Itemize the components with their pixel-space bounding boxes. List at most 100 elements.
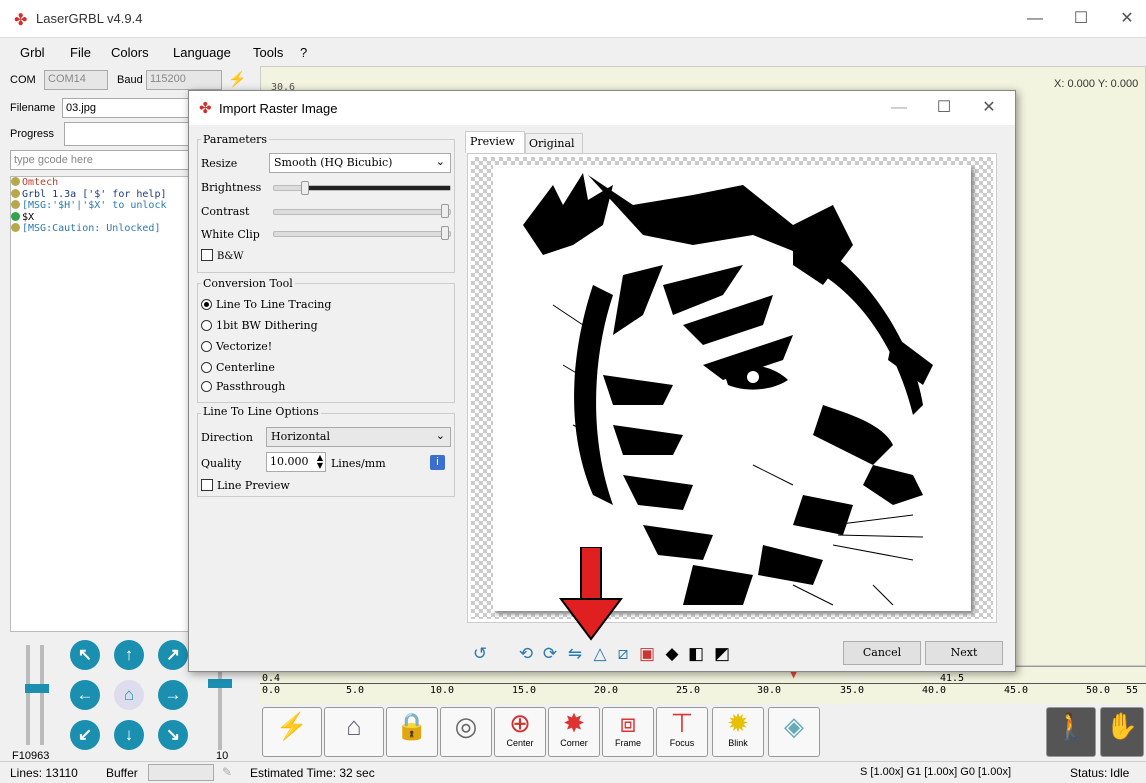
negative-icon[interactable]: ◩ xyxy=(711,643,733,665)
whiteclip-thumb[interactable] xyxy=(441,226,449,240)
filename-field[interactable]: 03.jpg xyxy=(62,98,192,118)
speed-slider-thumb[interactable] xyxy=(25,684,49,693)
menu-file[interactable]: File xyxy=(70,45,91,60)
corner-button[interactable]: ✸ Corner xyxy=(548,707,600,757)
crosshair-icon: ⊕ xyxy=(509,708,531,738)
ruler-tick: 50.0 xyxy=(1086,685,1111,696)
menu-language[interactable]: Language xyxy=(173,45,231,60)
radio-passthrough[interactable]: Passthrough xyxy=(201,380,285,393)
radio-line-to-line[interactable]: Line To Line Tracing xyxy=(201,298,331,311)
next-button[interactable]: Next xyxy=(925,641,1003,665)
info-icon[interactable]: i xyxy=(430,455,445,470)
radio-centerline[interactable]: Centerline xyxy=(201,361,275,374)
quality-stepper[interactable]: 10.000 ▲ ▼ xyxy=(266,452,326,472)
fill-icon[interactable]: ◆ xyxy=(661,643,683,665)
rotate-cw-icon[interactable]: ⟳ xyxy=(539,643,561,665)
ruler-left-tick: 0.4 xyxy=(262,673,281,684)
maximize-button[interactable]: ☐ xyxy=(1066,8,1096,30)
jog-ne-button[interactable]: ↗ xyxy=(158,640,188,670)
menu-help[interactable]: ? xyxy=(300,45,307,60)
gcode-input[interactable]: type gcode here xyxy=(10,150,190,170)
menu-colors[interactable]: Colors xyxy=(111,45,149,60)
line-preview-checkbox[interactable]: Line Preview xyxy=(201,479,290,492)
close-button[interactable]: ✕ xyxy=(1112,8,1142,30)
focus-button[interactable]: ⊤ Focus xyxy=(656,707,708,757)
home-icon: ⌂ xyxy=(346,711,362,741)
ruler-tick: 45.0 xyxy=(1004,685,1029,696)
contrast-thumb[interactable] xyxy=(441,204,449,218)
direction-label: Direction xyxy=(201,431,253,444)
jog-se-button[interactable]: ↘ xyxy=(158,720,188,750)
com-select[interactable]: COM14 xyxy=(44,70,108,90)
tab-original[interactable]: Original xyxy=(525,133,583,153)
ruler-tick: 10.0 xyxy=(430,685,455,696)
resize-select[interactable]: Smooth (HQ Bicubic) ⌄ xyxy=(269,153,451,173)
ruler-tick: 35.0 xyxy=(840,685,865,696)
homing-button[interactable]: ⌂ xyxy=(324,707,384,757)
baud-select[interactable]: 115200 xyxy=(146,70,222,90)
progress-label: Progress xyxy=(10,128,55,140)
home-button[interactable]: ⌂ xyxy=(114,680,144,710)
unlock-button[interactable]: 🔒 xyxy=(386,707,438,757)
dialog-minimize-button[interactable]: — xyxy=(884,97,914,119)
flip-vertical-icon[interactable]: △ xyxy=(589,643,611,665)
contrast-slider[interactable] xyxy=(273,209,451,215)
invert-icon[interactable]: ◧ xyxy=(685,643,707,665)
jog-n-button[interactable]: ↑ xyxy=(114,640,144,670)
disconnect-icon[interactable]: ⚡ xyxy=(228,70,247,88)
info-icon xyxy=(11,177,20,186)
jog-e-button[interactable]: → xyxy=(158,680,188,710)
power-slider-thumb[interactable] xyxy=(208,679,232,688)
tab-preview[interactable]: Preview xyxy=(465,131,525,153)
speed-slider-track-2 xyxy=(40,645,44,745)
hand-icon: ✋ xyxy=(1105,711,1139,741)
center-button[interactable]: ⊕ Center xyxy=(494,707,546,757)
jog-w-button[interactable]: ← xyxy=(70,680,100,710)
menu-tools[interactable]: Tools xyxy=(253,45,283,60)
red-arrow-annotation xyxy=(559,547,623,641)
frame-button[interactable]: ⧈ Frame xyxy=(602,707,654,757)
whiteclip-slider[interactable] xyxy=(273,231,451,237)
brightness-slider[interactable] xyxy=(273,185,451,191)
flip-horizontal-icon[interactable]: ⇋ xyxy=(564,643,586,665)
reset-icon[interactable]: ↺ xyxy=(469,643,491,665)
ltl-options-title: Line To Line Options xyxy=(201,405,321,418)
status-value: Idle xyxy=(1110,766,1130,780)
auto-trim-icon[interactable]: ▣ xyxy=(636,643,658,665)
stop-button[interactable]: ✋ xyxy=(1100,707,1144,757)
ruler-tick: 15.0 xyxy=(512,685,537,696)
blink-button[interactable]: ✹ Blink xyxy=(712,707,764,757)
info-icon xyxy=(11,200,20,209)
resize-label: Resize xyxy=(201,157,238,170)
dialog-close-button[interactable]: ✕ xyxy=(974,97,1004,119)
cancel-button[interactable]: Cancel xyxy=(843,641,921,665)
info-icon xyxy=(11,188,20,198)
jog-nw-button[interactable]: ↖ xyxy=(70,640,100,670)
walk-button[interactable]: 🚶 xyxy=(1046,707,1096,757)
globe-button[interactable]: ◎ xyxy=(440,707,492,757)
parameters-title: Parameters xyxy=(201,133,270,146)
rotate-ccw-icon[interactable]: ⟲ xyxy=(515,643,537,665)
direction-select[interactable]: Horizontal ⌄ xyxy=(266,427,451,447)
speed-slider-track[interactable] xyxy=(26,645,30,745)
menu-bar xyxy=(0,40,1146,64)
menu-grbl[interactable]: Grbl xyxy=(20,45,45,60)
minimize-button[interactable]: — xyxy=(1020,8,1050,30)
radio-vectorize[interactable]: Vectorize! xyxy=(201,340,272,353)
bw-checkbox[interactable]: B&W xyxy=(201,249,244,262)
coordinates-readout: X: 0.000 Y: 0.000 xyxy=(1054,78,1139,90)
jog-sw-button[interactable]: ↙ xyxy=(70,720,100,750)
crop-icon[interactable]: ⧄ xyxy=(612,643,634,665)
jog-s-button[interactable]: ↓ xyxy=(114,720,144,750)
quality-label: Quality xyxy=(201,457,242,470)
globe-icon: ◎ xyxy=(454,711,478,741)
run-button[interactable]: ⚡ xyxy=(262,707,322,757)
progress-bar xyxy=(64,122,192,146)
eraser-button[interactable]: ◈ xyxy=(768,707,820,757)
brightness-thumb[interactable] xyxy=(301,181,310,195)
lock-icon: 🔒 xyxy=(395,711,429,741)
dialog-maximize-button[interactable]: ☐ xyxy=(929,97,959,119)
radio-dithering[interactable]: 1bit BW Dithering xyxy=(201,319,318,332)
stepper-arrows-icon[interactable]: ▲ ▼ xyxy=(317,454,323,470)
app-title: LaserGRBL v4.9.4 xyxy=(36,11,143,26)
